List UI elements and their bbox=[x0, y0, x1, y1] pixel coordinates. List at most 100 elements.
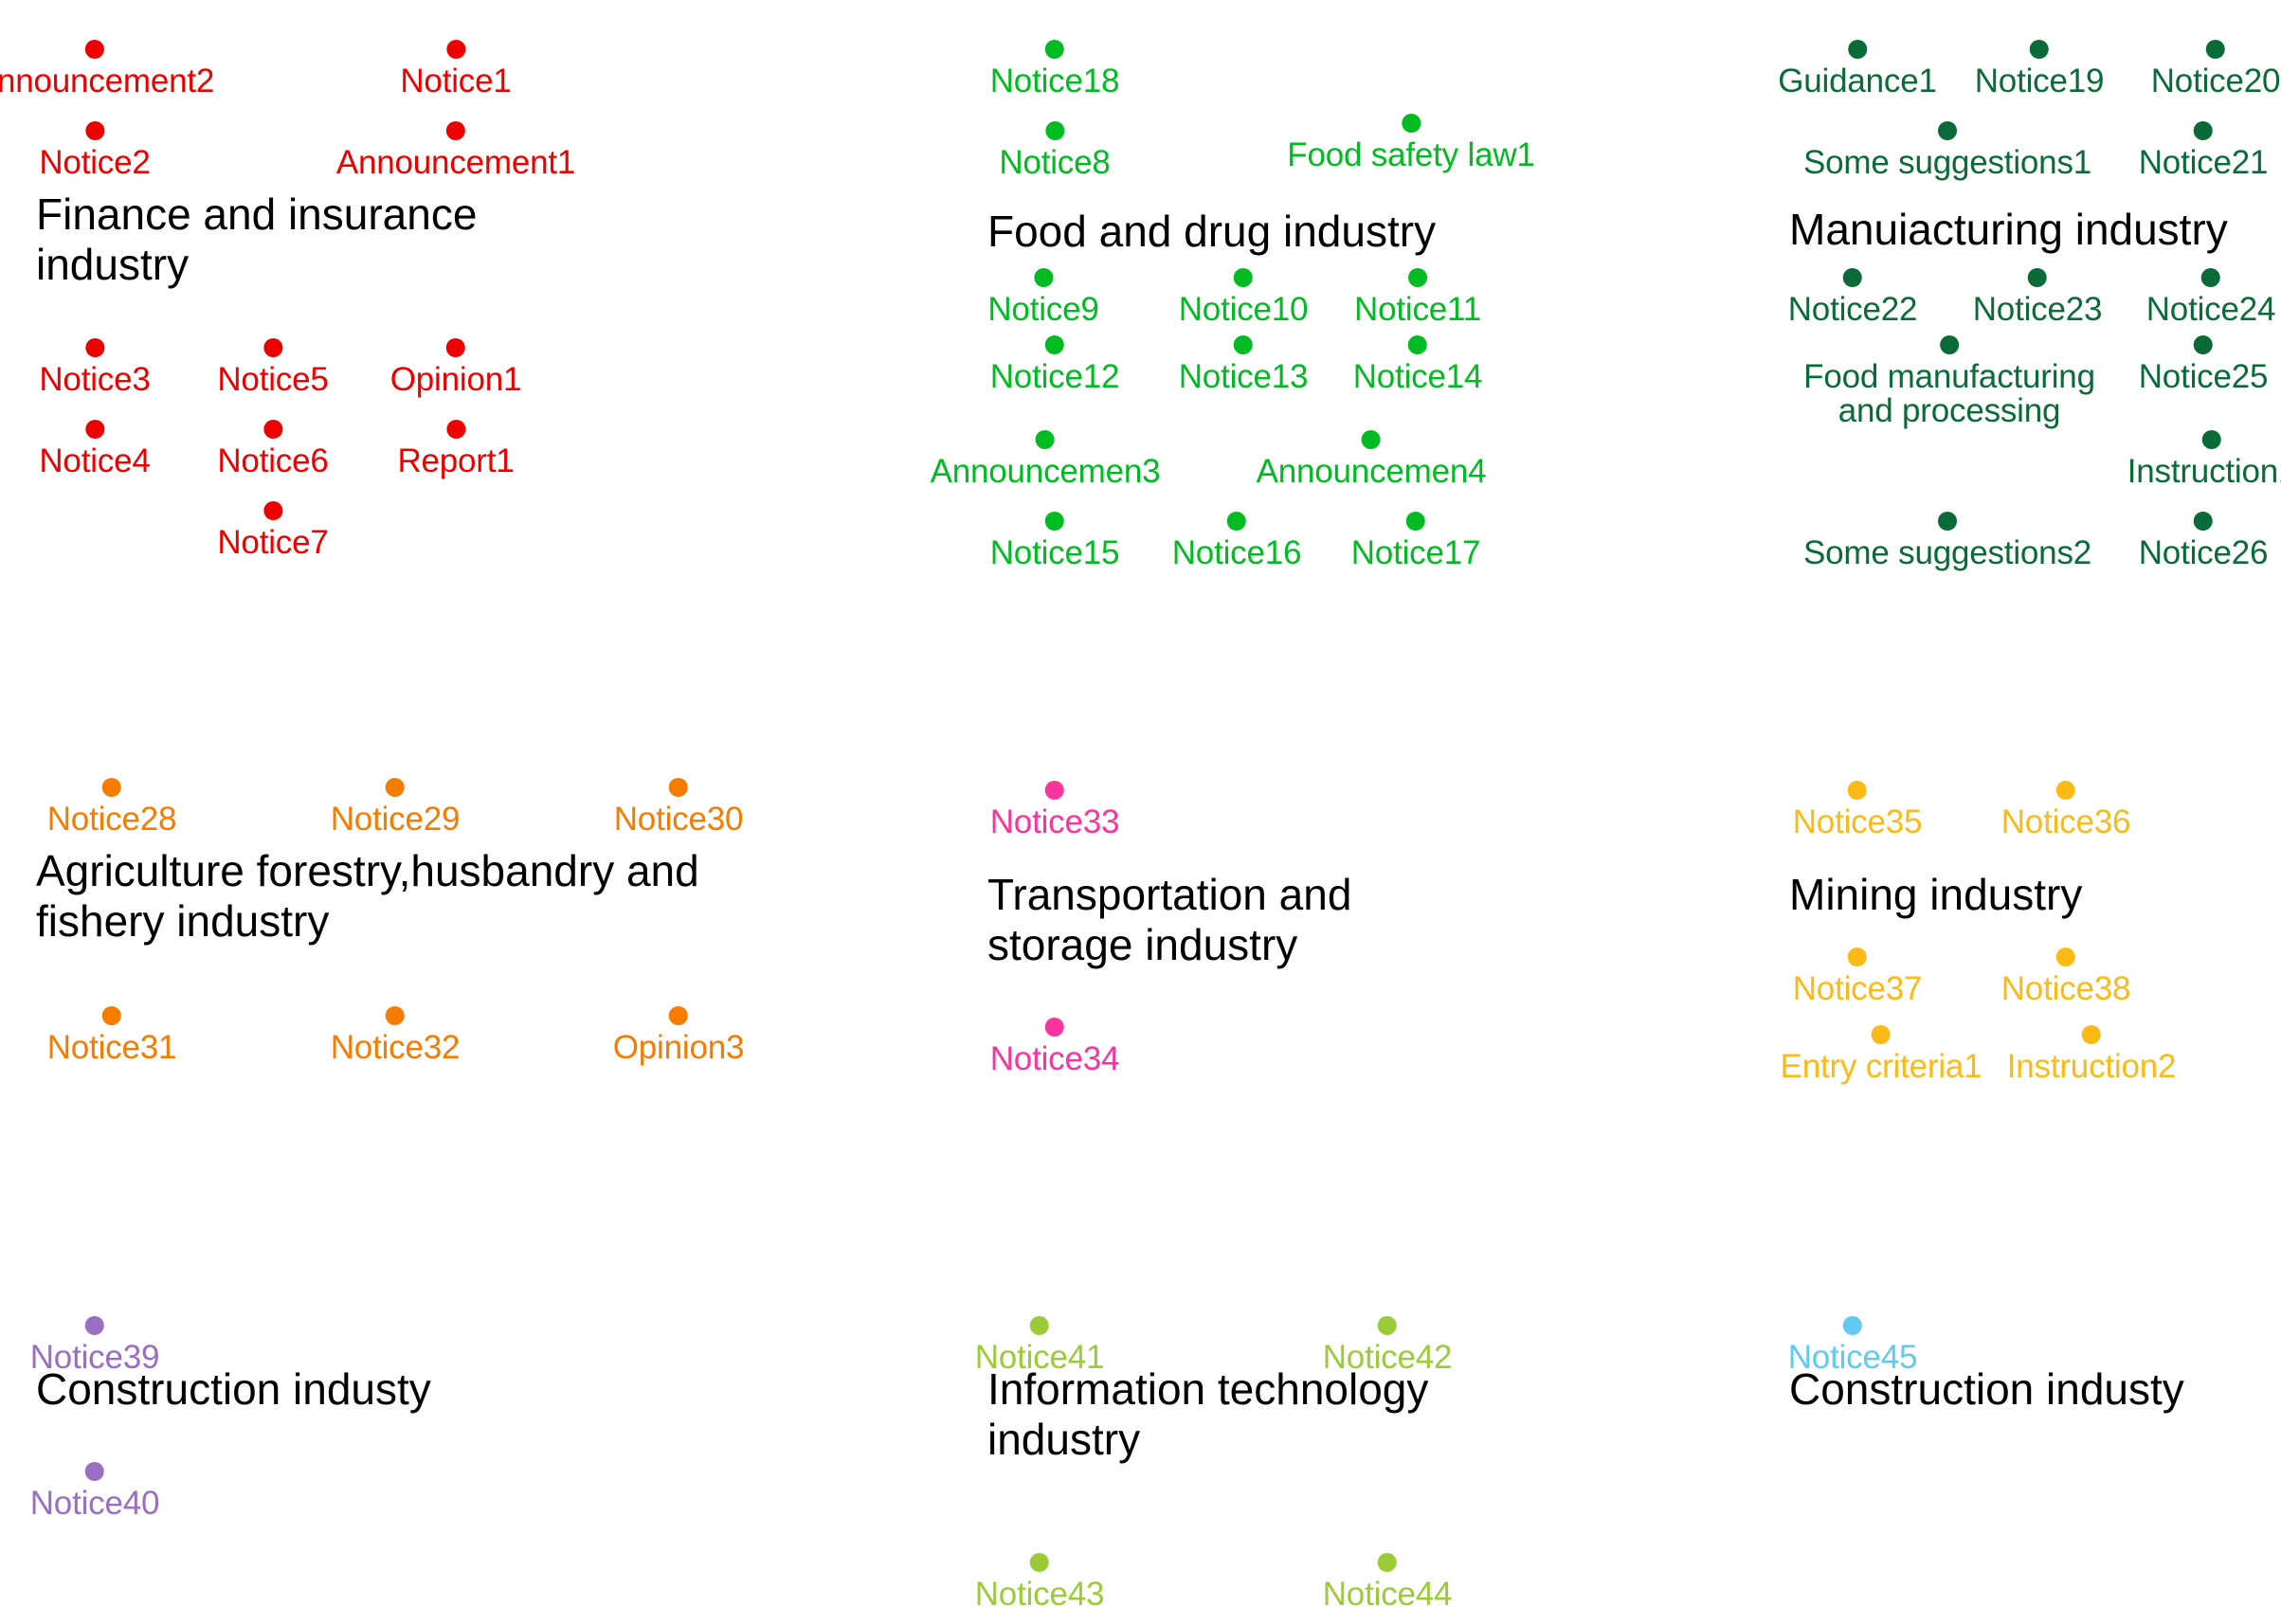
data-point[interactable]: Notice12 bbox=[990, 335, 1119, 394]
data-point[interactable]: Notice4 bbox=[39, 420, 151, 479]
data-point[interactable]: Report1 bbox=[397, 420, 515, 479]
data-point[interactable]: Notice37 bbox=[1792, 947, 1923, 1007]
point-label: Instruction2 bbox=[2006, 1048, 2177, 1085]
data-point[interactable]: Instruction1 bbox=[2127, 430, 2281, 489]
point-label: Notice4 bbox=[39, 442, 151, 479]
point-label: Opinion3 bbox=[612, 1029, 745, 1066]
data-point[interactable]: Notice32 bbox=[330, 1006, 461, 1066]
data-point[interactable]: Announcement1 bbox=[336, 121, 575, 180]
point-label: Announcemen4 bbox=[1256, 453, 1487, 490]
point-dot-icon bbox=[2193, 512, 2213, 531]
data-point[interactable]: Notice17 bbox=[1351, 512, 1480, 570]
point-dot-icon bbox=[84, 1316, 104, 1335]
data-point[interactable]: Announcemen3 bbox=[931, 430, 1161, 489]
point-dot-icon bbox=[446, 40, 465, 59]
data-point[interactable]: Notice33 bbox=[989, 781, 1120, 840]
data-point[interactable]: Notice28 bbox=[47, 778, 176, 837]
point-dot-icon bbox=[1407, 335, 1427, 354]
data-point[interactable]: Notice40 bbox=[30, 1462, 159, 1521]
data-point[interactable]: Some suggestions2 bbox=[1803, 512, 2091, 570]
point-label: Notice32 bbox=[330, 1029, 461, 1066]
data-point[interactable]: Notice14 bbox=[1352, 335, 1483, 395]
point-dot-icon bbox=[85, 121, 104, 140]
data-point[interactable]: Notice31 bbox=[46, 1006, 177, 1066]
point-label: Notice3 bbox=[39, 361, 151, 398]
data-point[interactable]: Notice15 bbox=[990, 512, 1119, 570]
data-point[interactable]: Announcemen4 bbox=[1257, 430, 1487, 489]
point-dot-icon bbox=[1872, 1025, 1891, 1044]
data-point[interactable]: Notice29 bbox=[331, 778, 460, 837]
data-point[interactable]: Notice11 bbox=[1354, 268, 1481, 327]
data-point[interactable]: Notice45 bbox=[1788, 1316, 1917, 1375]
point-dot-icon bbox=[101, 1006, 121, 1025]
data-point[interactable]: Notice9 bbox=[987, 268, 1099, 328]
data-point[interactable]: Notice21 bbox=[2139, 121, 2268, 180]
data-point[interactable]: Notice10 bbox=[1179, 268, 1308, 327]
data-point[interactable]: Notice38 bbox=[2001, 947, 2130, 1006]
data-point[interactable]: Notice35 bbox=[1793, 781, 1922, 839]
data-point[interactable]: Notice1 bbox=[400, 40, 512, 99]
data-point[interactable]: Guidance1 bbox=[1778, 40, 1937, 99]
data-point[interactable]: Notice3 bbox=[39, 338, 151, 398]
point-label: Announcemen3 bbox=[930, 453, 1161, 490]
data-point[interactable]: Notice5 bbox=[217, 338, 329, 397]
point-label: Notice18 bbox=[989, 63, 1120, 99]
data-point[interactable]: Opinion3 bbox=[612, 1006, 745, 1066]
data-point[interactable]: Notice16 bbox=[1172, 512, 1301, 570]
point-label: Notice34 bbox=[989, 1040, 1120, 1077]
point-label: Notice22 bbox=[1787, 291, 1918, 328]
point-dot-icon bbox=[2029, 40, 2049, 59]
data-point[interactable]: Some suggestions1 bbox=[1803, 121, 2091, 180]
cluster-title-food-and-drug-industry: Food and drug industry bbox=[987, 207, 1437, 256]
data-point[interactable]: Announcement2 bbox=[0, 40, 214, 99]
point-label: Notice44 bbox=[1322, 1576, 1453, 1613]
data-point[interactable]: Notice42 bbox=[1322, 1316, 1453, 1376]
data-point[interactable]: Entry criteria1 bbox=[1781, 1025, 1982, 1084]
data-point[interactable]: Notice2 bbox=[39, 121, 151, 180]
point-label: Notice33 bbox=[989, 803, 1120, 840]
data-point[interactable]: Instruction2 bbox=[2006, 1025, 2177, 1085]
point-label: Notice36 bbox=[2000, 803, 2131, 840]
point-dot-icon bbox=[1842, 268, 1862, 287]
industry-cluster-canvas: Finance and insurance industry Announceme… bbox=[0, 0, 2281, 1624]
data-point[interactable]: Notice30 bbox=[614, 778, 743, 837]
point-label: Notice37 bbox=[1792, 970, 1923, 1007]
data-point[interactable]: Notice41 bbox=[975, 1316, 1104, 1375]
point-dot-icon bbox=[1939, 335, 1959, 354]
data-point[interactable]: Notice23 bbox=[1972, 268, 2103, 328]
data-point[interactable]: Notice36 bbox=[2000, 781, 2131, 840]
data-point[interactable]: Opinion1 bbox=[390, 338, 521, 397]
point-dot-icon bbox=[668, 1006, 688, 1025]
data-point[interactable]: Notice20 bbox=[2150, 40, 2281, 99]
data-point[interactable]: Food manufacturing and processing bbox=[1803, 335, 2095, 427]
data-point[interactable]: Notice25 bbox=[2139, 335, 2268, 394]
data-point[interactable]: Notice26 bbox=[2139, 512, 2268, 570]
point-label: Food safety law1 bbox=[1287, 136, 1535, 173]
point-label: Food manufacturing and processing bbox=[1803, 358, 2095, 429]
data-point[interactable]: Notice18 bbox=[989, 40, 1120, 99]
data-point[interactable]: Notice39 bbox=[30, 1316, 159, 1375]
data-point[interactable]: Notice24 bbox=[2146, 268, 2275, 327]
point-label: Notice42 bbox=[1322, 1339, 1453, 1376]
point-label: Notice7 bbox=[217, 524, 329, 561]
data-point[interactable]: Notice44 bbox=[1322, 1553, 1453, 1613]
data-point[interactable]: Notice43 bbox=[975, 1553, 1104, 1612]
data-point[interactable]: Notice7 bbox=[217, 501, 329, 561]
point-label: Notice31 bbox=[46, 1029, 177, 1066]
data-point[interactable]: Food safety law1 bbox=[1287, 114, 1535, 173]
point-label: Notice9 bbox=[987, 291, 1099, 328]
data-point[interactable]: Notice8 bbox=[999, 121, 1111, 181]
data-point[interactable]: Notice13 bbox=[1179, 335, 1308, 394]
point-label: Notice20 bbox=[2150, 63, 2281, 99]
data-point[interactable]: Notice19 bbox=[1975, 40, 2104, 99]
point-label: Entry criteria1 bbox=[1780, 1048, 1982, 1085]
data-point[interactable]: Notice34 bbox=[989, 1018, 1120, 1077]
point-label: Notice23 bbox=[1972, 291, 2103, 328]
data-point[interactable]: Notice22 bbox=[1787, 268, 1918, 328]
point-dot-icon bbox=[1233, 335, 1253, 354]
point-label: Notice14 bbox=[1352, 358, 1483, 395]
point-dot-icon bbox=[1035, 430, 1055, 449]
point-label: Notice8 bbox=[999, 144, 1111, 181]
point-label: Report1 bbox=[397, 442, 515, 479]
data-point[interactable]: Notice6 bbox=[217, 420, 329, 478]
